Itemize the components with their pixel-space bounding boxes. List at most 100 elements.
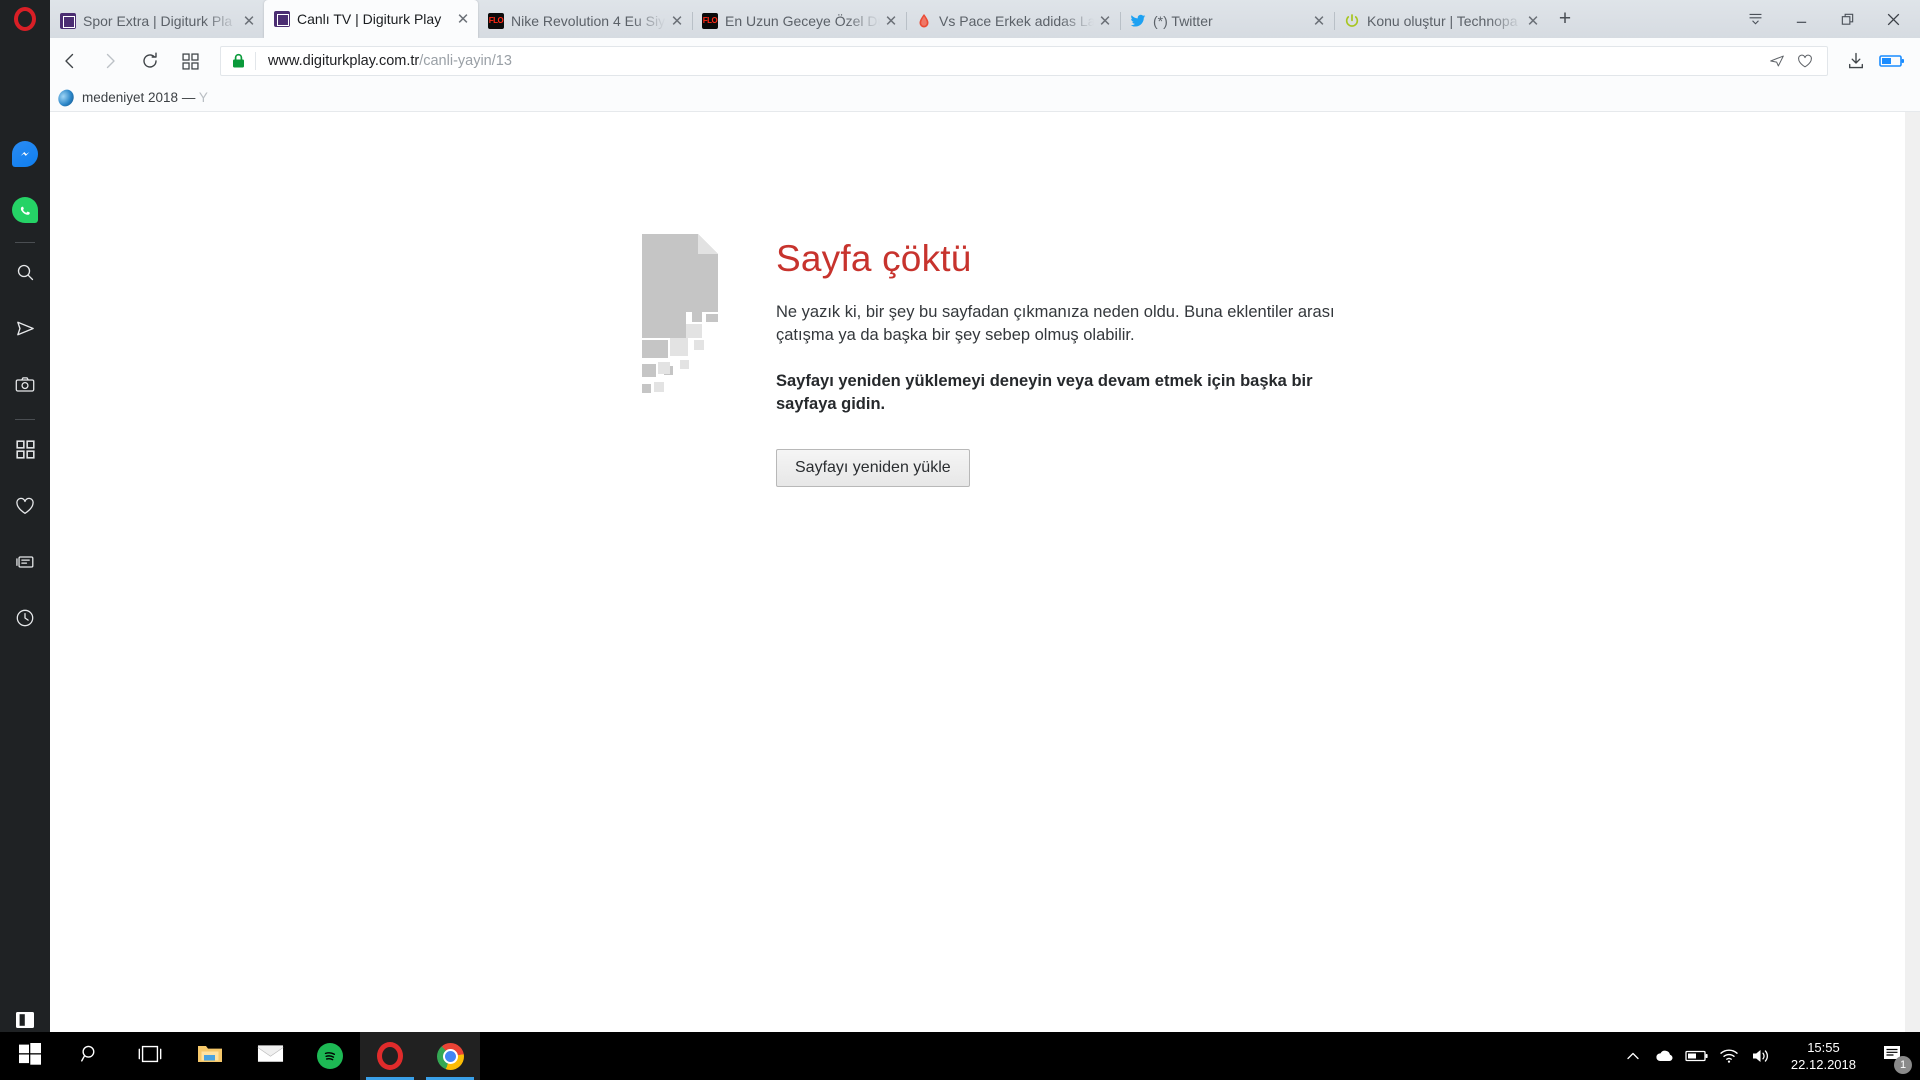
sidebar-item-snapshot[interactable]	[0, 359, 50, 415]
tab-title: Vs Pace Erkek adidas La	[939, 13, 1094, 29]
whatsapp-icon	[12, 197, 38, 223]
wifi-icon[interactable]	[1713, 1032, 1745, 1080]
sidebar-item-history[interactable]	[0, 592, 50, 648]
sidebar-item-bookmarks[interactable]	[0, 480, 50, 536]
speaker-icon[interactable]	[1745, 1032, 1777, 1080]
chrome-taskbar-button[interactable]	[420, 1032, 480, 1080]
browser-window: Spor Extra | Digiturk Pla ✕ Canlı TV | D…	[0, 0, 1920, 1080]
sidebar-divider	[15, 419, 35, 420]
send-icon[interactable]	[1763, 47, 1791, 75]
bookmarks-bar: medeniyet 2018 — Y	[0, 84, 1920, 112]
action-center-button[interactable]: 1	[1870, 1032, 1916, 1080]
reload-icon[interactable]	[130, 41, 170, 81]
close-icon[interactable]: ✕	[1522, 10, 1544, 32]
opera-sidebar	[0, 112, 50, 1080]
folder-icon	[197, 1043, 223, 1070]
bookmark-item[interactable]: medeniyet 2018 — Y	[50, 90, 216, 106]
close-icon[interactable]: ✕	[666, 10, 688, 32]
opera-menu-button[interactable]	[0, 0, 50, 38]
speed-dial-grid-icon[interactable]	[170, 41, 210, 81]
camera-icon	[14, 374, 36, 401]
browser-tab[interactable]: FLO En Uzun Geceye Özel Dü ✕	[692, 4, 906, 38]
browser-tab[interactable]: Spor Extra | Digiturk Pla ✕	[50, 4, 264, 38]
sidebar-item-news[interactable]	[0, 536, 50, 592]
sidebar-item-whatsapp[interactable]	[0, 182, 50, 238]
mail-button[interactable]	[240, 1032, 300, 1080]
crash-instruction: Sayfayı yeniden yüklemeyi deneyin veya d…	[776, 370, 1336, 417]
url-host: www.digiturkplay.com.tr	[268, 53, 419, 69]
mail-icon	[257, 1044, 284, 1069]
close-icon[interactable]	[1870, 0, 1916, 38]
tab-title: (*) Twitter	[1153, 13, 1308, 29]
notification-badge: 1	[1894, 1056, 1912, 1074]
taskbar-search-button[interactable]	[60, 1032, 120, 1080]
news-icon	[14, 551, 36, 578]
close-icon[interactable]: ✕	[452, 8, 474, 30]
forward-arrow-icon[interactable]	[90, 41, 130, 81]
window-controls	[1732, 0, 1920, 38]
close-icon[interactable]: ✕	[238, 10, 260, 32]
clock-icon	[14, 607, 36, 634]
sidebar-item-messenger[interactable]	[0, 126, 50, 182]
messenger-icon	[12, 141, 38, 167]
page-scrollbar[interactable]	[1905, 112, 1920, 1080]
search-icon	[15, 262, 36, 288]
sidebar-bookmark-filler	[0, 84, 50, 112]
sidebar-item-search[interactable]	[0, 247, 50, 303]
broken-page-icon	[640, 232, 732, 407]
browser-body: Sayfa çöktü Ne yazık ki, bir şey bu sayf…	[0, 112, 1920, 1080]
url-text[interactable]: www.digiturkplay.com.tr/canli-yayin/13	[256, 53, 1763, 69]
send-icon	[14, 317, 37, 345]
file-explorer-button[interactable]	[180, 1032, 240, 1080]
sidebar-item-send[interactable]	[0, 303, 50, 359]
digiturk-play-icon	[274, 11, 290, 27]
cloud-icon[interactable]	[1649, 1032, 1681, 1080]
sidebar-panel-icon	[15, 1011, 35, 1034]
sidebar-top-filler	[0, 38, 50, 84]
browser-tab-active[interactable]: Canlı TV | Digiturk Play ✕	[264, 0, 478, 38]
task-view-button[interactable]	[120, 1032, 180, 1080]
close-icon[interactable]: ✕	[880, 10, 902, 32]
clock-date: 22.12.2018	[1791, 1056, 1856, 1073]
browser-tab[interactable]: (*) Twitter ✕	[1120, 4, 1334, 38]
heart-icon	[14, 495, 36, 522]
opera-logo-icon	[377, 1042, 403, 1070]
opera-taskbar-button[interactable]	[360, 1032, 420, 1080]
start-button[interactable]	[0, 1032, 60, 1080]
power-icon	[1344, 13, 1360, 29]
crash-page: Sayfa çöktü Ne yazık ki, bir şey bu sayf…	[640, 232, 1336, 487]
browser-tab[interactable]: FLO Nike Revolution 4 Eu Siy ✕	[478, 4, 692, 38]
crash-description: Ne yazık ki, bir şey bu sayfadan çıkmanı…	[776, 301, 1336, 348]
reload-page-button[interactable]: Sayfayı yeniden yükle	[776, 449, 970, 487]
sidebar-item-speed-dial[interactable]	[0, 424, 50, 480]
page-content: Sayfa çöktü Ne yazık ki, bir şey bu sayf…	[50, 112, 1920, 1080]
back-arrow-icon[interactable]	[50, 41, 90, 81]
tab-strip: Spor Extra | Digiturk Pla ✕ Canlı TV | D…	[0, 0, 1920, 38]
battery-icon[interactable]	[1681, 1032, 1713, 1080]
tab-list: Spor Extra | Digiturk Pla ✕ Canlı TV | D…	[50, 0, 1732, 38]
battery-icon[interactable]	[1874, 43, 1910, 79]
padlock-icon[interactable]	[221, 53, 255, 69]
system-tray: 15:55 22.12.2018 1	[1617, 1032, 1920, 1080]
browser-tab[interactable]: Vs Pace Erkek adidas La ✕	[906, 4, 1120, 38]
download-icon[interactable]	[1838, 43, 1874, 79]
search-icon	[79, 1043, 101, 1070]
flo-icon: FLO	[488, 13, 504, 29]
spotify-icon	[317, 1043, 343, 1069]
clock-time: 15:55	[1807, 1039, 1840, 1056]
taskbar-clock[interactable]: 15:55 22.12.2018	[1777, 1032, 1870, 1080]
spotify-button[interactable]	[300, 1032, 360, 1080]
medeniyet-icon	[57, 87, 75, 108]
tab-title: Spor Extra | Digiturk Pla	[83, 13, 238, 29]
close-icon[interactable]: ✕	[1094, 10, 1116, 32]
minimize-icon[interactable]	[1778, 0, 1824, 38]
tab-menu-icon[interactable]	[1732, 0, 1778, 38]
close-icon[interactable]: ✕	[1308, 10, 1330, 32]
browser-tab[interactable]: Konu oluştur | Technopa ✕	[1334, 4, 1548, 38]
chevron-up-icon[interactable]	[1617, 1032, 1649, 1080]
heart-icon[interactable]	[1791, 47, 1819, 75]
restore-icon[interactable]	[1824, 0, 1870, 38]
new-tab-button[interactable]: +	[1548, 0, 1582, 38]
address-bar[interactable]: www.digiturkplay.com.tr/canli-yayin/13	[220, 46, 1828, 76]
chrome-icon	[437, 1043, 464, 1070]
